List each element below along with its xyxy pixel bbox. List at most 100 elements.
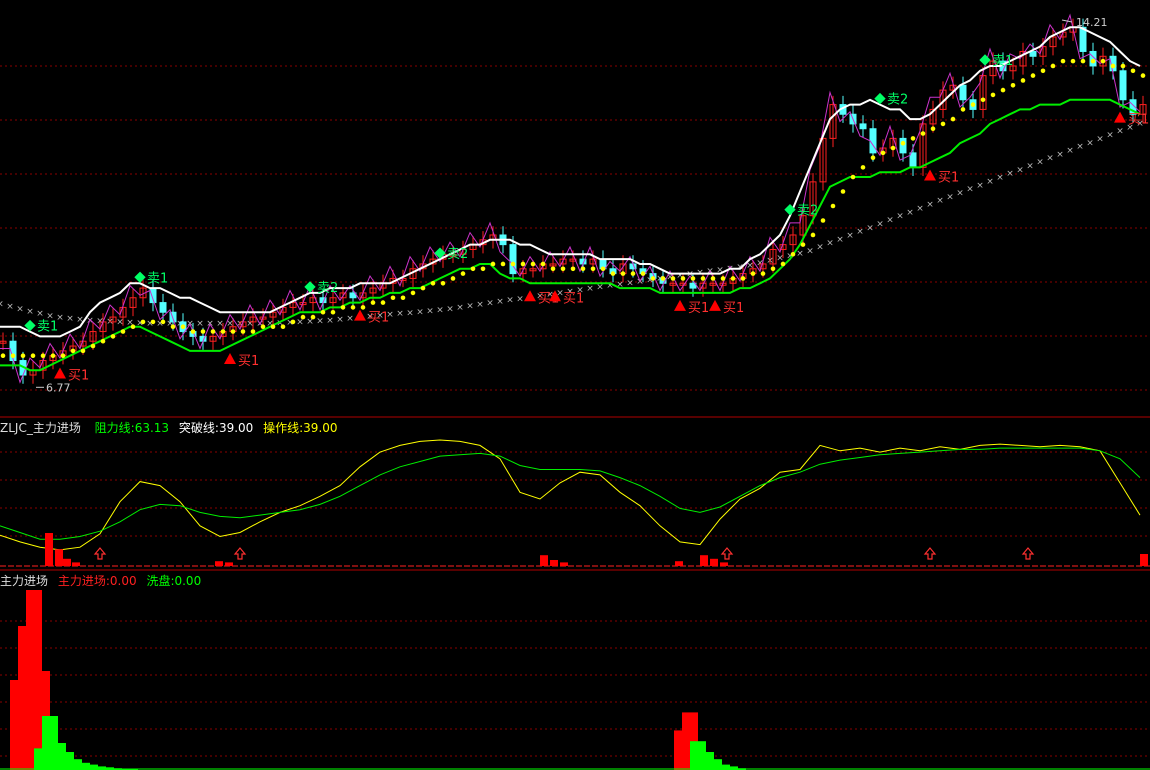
trend-mark: ×: [626, 278, 634, 288]
trend-mark: ×: [326, 316, 334, 326]
indicator-operation-label: 操作线:: [263, 421, 304, 435]
ma-dot: [1050, 63, 1056, 69]
trend-mark: ×: [966, 185, 974, 195]
ma-dot: [0, 353, 6, 359]
sell-signal-label: 卖1: [147, 271, 168, 286]
ma-dot: [1130, 68, 1136, 74]
ma-dot: [720, 276, 726, 281]
ma-dot: [760, 271, 766, 276]
volume-header: 主力进场 主力进场:0.00 洗盘:0.00: [0, 572, 201, 589]
ma-dot: [490, 261, 496, 267]
ma-dot: [400, 295, 406, 301]
ma-dot: [1090, 58, 1096, 64]
trend-mark: ×: [6, 302, 14, 312]
ma-dot: [1080, 58, 1086, 64]
ma-dot: [1010, 82, 1016, 88]
candle-body: [859, 123, 867, 130]
buy-signal-icon: [674, 299, 686, 311]
lower-band-line: [0, 98, 1141, 372]
ma-dot: [110, 334, 116, 339]
ma-dot: [1040, 68, 1046, 74]
trend-mark: ×: [416, 307, 424, 317]
buy-signal-label: 买1: [938, 171, 959, 186]
trend-mark: ×: [346, 314, 354, 324]
ma-dot: [850, 174, 856, 180]
ma-dot: [1000, 87, 1006, 93]
ma-dot: [470, 266, 476, 272]
trend-mark: ×: [496, 297, 504, 307]
ma-dot: [530, 261, 536, 267]
indicator-bar: [63, 558, 71, 566]
up-arrow-icon: [923, 547, 937, 560]
ma-dot: [140, 319, 146, 325]
trend-mark: ×: [316, 316, 324, 326]
ma-dot: [800, 242, 806, 247]
trend-mark: ×: [816, 243, 824, 253]
ma-dot: [230, 329, 236, 334]
ma-dot: [1070, 58, 1076, 64]
ma-dot: [590, 266, 596, 272]
ma-dot: [660, 276, 666, 281]
candle-body: [869, 128, 877, 154]
sell-signal-label: 卖2: [887, 93, 908, 108]
trend-mark: ×: [886, 216, 894, 226]
ma-dot: [280, 324, 286, 330]
ma-dot: [750, 271, 756, 276]
ma-dot: [150, 319, 156, 325]
indicator-bar: [45, 533, 53, 566]
ma-dot: [730, 276, 736, 281]
trend-mark: ×: [866, 223, 874, 233]
trend-mark: ×: [26, 307, 34, 317]
trend-mark: ×: [1016, 165, 1024, 175]
trend-mark: ×: [16, 304, 24, 314]
ma-dot: [300, 314, 306, 320]
indicator-operation-value: 39.00: [303, 421, 338, 435]
indicator-bar: [1140, 554, 1148, 566]
trend-mark: ×: [336, 315, 344, 325]
ma-dot: [980, 97, 986, 103]
ma-dot: [680, 276, 686, 281]
ma-dot: [840, 189, 846, 194]
ma-dot: [510, 261, 516, 267]
buy-signal-label: 买1: [368, 311, 389, 326]
volume-main-label: 主力进场:: [57, 574, 110, 588]
ma-dot: [1140, 73, 1146, 78]
trend-mark: ×: [956, 189, 964, 199]
ma-dot: [830, 203, 836, 209]
ma-dot: [190, 329, 196, 334]
buy-signal-label: 买1: [563, 291, 584, 306]
indicator-breakout-label: 突破线:: [178, 421, 219, 435]
ma-dot: [270, 324, 276, 330]
ma-dot: [420, 285, 426, 291]
up-arrow-icon: [720, 547, 734, 560]
stock-chart: × × × × × × × × × × × × × × × × × × × × × × × × × × × × × × × × × × × × × × × ×…: [0, 13, 1150, 770]
ma-dot: [1110, 63, 1116, 69]
indicator-bar: [675, 561, 683, 566]
ma-dot: [650, 276, 656, 281]
candle-body: [1029, 50, 1037, 57]
grid-lines: [0, 65, 1150, 757]
sell-signal-icon: [979, 54, 991, 66]
trend-mark: ×: [1006, 169, 1014, 179]
ma-dot: [500, 261, 506, 267]
indicator-green-line: [0, 447, 1141, 540]
sell-signal-label: 卖2: [797, 204, 818, 219]
trend-mark: ×: [836, 235, 844, 245]
indicator-breakout-value: 39.00: [218, 421, 254, 435]
ma-dot: [960, 107, 966, 112]
trend-mark: ×: [1036, 158, 1044, 168]
ma-dot: [1030, 73, 1036, 78]
ma-dot: [450, 276, 456, 281]
volume-panel: [0, 590, 1150, 770]
buy-signal-label: 买1: [1128, 113, 1149, 128]
trend-mark: ×: [476, 300, 484, 310]
ma-dot: [390, 295, 396, 301]
sell-signal-label: 卖1: [37, 320, 58, 335]
buy-signal-icon: [924, 169, 936, 181]
trend-mark: ×: [1096, 134, 1104, 144]
volume-name: 主力进场: [0, 574, 49, 588]
ma-dot: [340, 305, 346, 310]
ma-dot: [620, 271, 626, 276]
ma-dot: [710, 276, 716, 281]
ma-dot: [480, 266, 486, 272]
